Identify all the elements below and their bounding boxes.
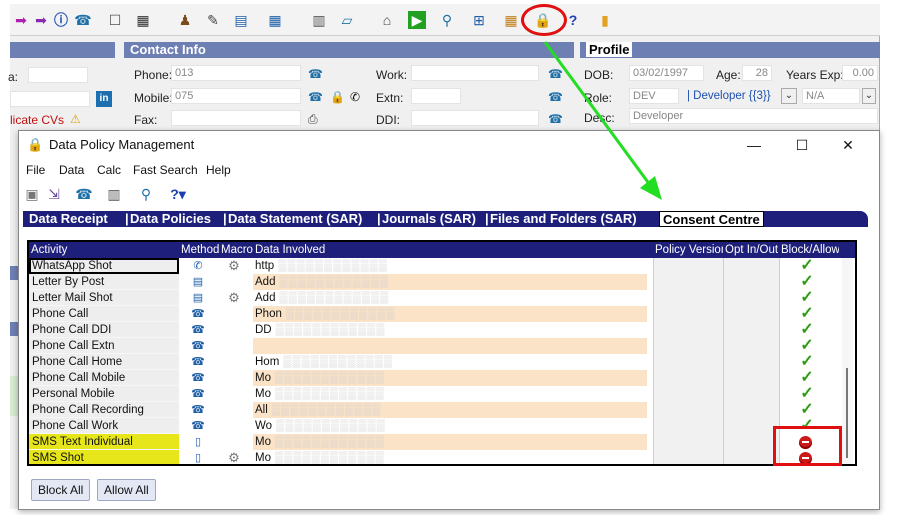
annotation-arrow <box>543 41 662 200</box>
arrow-head <box>640 176 662 200</box>
arrow-line <box>543 41 652 186</box>
